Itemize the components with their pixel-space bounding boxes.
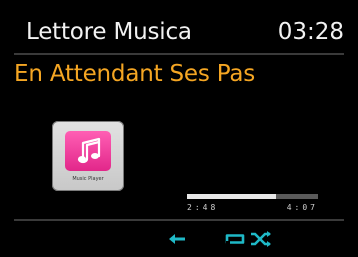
footer-divider: [14, 219, 344, 221]
elapsed-time: 2:48: [187, 203, 219, 212]
clock: 03:28: [277, 19, 344, 45]
track-title: En Attendant Ses Pas: [14, 61, 256, 87]
album-art-caption: Music Player: [72, 176, 104, 182]
album-art: Music Player: [52, 121, 124, 191]
music-player-screen: Lettore Musica 03:28 En Attendant Ses Pa…: [0, 0, 358, 257]
total-time: 4:07: [286, 203, 318, 212]
progress-bar: [187, 194, 318, 199]
progress-bar-fill: [187, 194, 277, 199]
shuffle-icon: [251, 231, 271, 247]
previous-arrow-icon: [169, 234, 185, 244]
screen-title: Lettore Musica: [26, 19, 192, 45]
music-note-icon: [65, 131, 111, 171]
header-divider: [14, 53, 344, 55]
repeat-icon: [225, 234, 245, 244]
